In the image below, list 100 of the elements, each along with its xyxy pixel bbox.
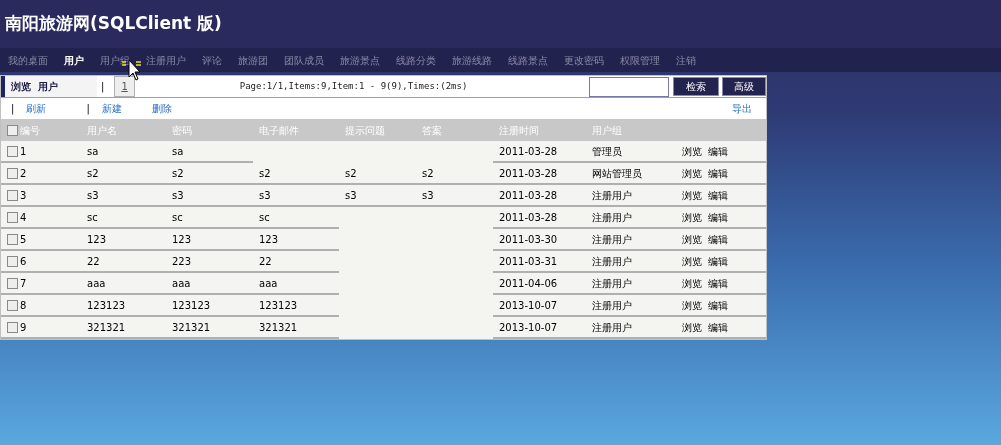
row-action-link[interactable]: 浏览	[682, 187, 702, 203]
table-cell-text: 3	[20, 188, 27, 203]
separator-text: |	[101, 80, 105, 94]
checkbox[interactable]	[7, 277, 18, 289]
row-action-link[interactable]: 浏览	[682, 253, 702, 269]
page-info: Page:1/1,Items:9,Item:1 - 9(9),Times:(2ms)	[239, 79, 468, 93]
nav-item[interactable]: 注销	[668, 52, 704, 68]
separator-text: |	[86, 102, 90, 116]
table-cell-text: s3	[87, 188, 99, 203]
table-cell-text: s3	[422, 188, 434, 203]
checkbox[interactable]	[7, 145, 18, 157]
advanced-button[interactable]: 高级	[722, 77, 766, 96]
row-action-link[interactable]: 编辑	[708, 165, 728, 181]
table-cell-text: 123123	[259, 298, 298, 313]
table-cell-text: 2	[20, 166, 27, 181]
row-action-link[interactable]: 浏览	[682, 297, 702, 313]
checkbox[interactable]	[7, 167, 18, 179]
checkbox[interactable]	[7, 233, 18, 245]
checkbox[interactable]	[7, 299, 18, 311]
table-cell-text: s3	[172, 188, 184, 203]
nav-item[interactable]: 团队成员	[276, 52, 332, 68]
table-cell-text: 注册用户	[592, 276, 632, 291]
nav-item[interactable]: 用户组	[92, 52, 138, 68]
checkbox[interactable]	[7, 211, 18, 223]
table-cell-text: 321321	[172, 320, 211, 335]
table-cell-text: 2011-04-06	[499, 276, 558, 291]
table-cell-text: s2	[345, 166, 357, 181]
nav-item[interactable]: 线路分类	[388, 52, 444, 68]
nav-item[interactable]: 线路景点	[500, 52, 556, 68]
panel-heading: 浏览 用户	[1, 76, 97, 97]
table-cell-text: 2011-03-28	[499, 188, 558, 203]
table-cell-text: 321321	[259, 320, 298, 335]
row-action-link[interactable]: 浏览	[682, 143, 702, 159]
checkbox[interactable]	[7, 124, 18, 136]
export-link[interactable]: 导出	[732, 101, 752, 116]
table-cell-text: 9	[20, 320, 27, 335]
table-cell-text: 5	[20, 232, 27, 247]
site-title: 南阳旅游网(SQLClient 版)	[5, 12, 222, 36]
row-action-link[interactable]: 浏览	[682, 275, 702, 291]
nav-item[interactable]: 旅游景点	[332, 52, 388, 68]
nav-item[interactable]: 旅游线路	[444, 52, 500, 68]
nav-item[interactable]: 用户	[56, 52, 92, 68]
table-cell-text: 8	[20, 298, 27, 313]
nav-item[interactable]: 旅游团	[230, 52, 276, 68]
row-action-link[interactable]: 编辑	[708, 209, 728, 225]
table-cell-text: 注册用户	[592, 298, 632, 313]
table-cell-text: 注册用户	[592, 254, 632, 269]
table-cell-text: sa	[87, 144, 99, 159]
table-cell-text: 网站管理员	[592, 166, 642, 181]
table-cell-text: 2011-03-28	[499, 210, 558, 225]
search-field[interactable]	[589, 76, 669, 97]
table-cell-text: s2	[422, 166, 434, 181]
action-link[interactable]: 新建	[101, 101, 122, 116]
nav-item[interactable]: 评论	[194, 52, 230, 68]
row-action-link[interactable]: 编辑	[708, 143, 728, 159]
table-cell-text: 123123	[172, 298, 211, 313]
table-cell-text: 123	[87, 232, 107, 247]
nav-item[interactable]: 更改密码	[556, 52, 612, 68]
nav-item[interactable]: 我的桌面	[0, 52, 56, 68]
action-link[interactable]: 删除	[151, 101, 172, 116]
table-cell-text: 4	[20, 210, 27, 225]
table-cell-text: s3	[345, 188, 357, 203]
table-cell-text: sa	[172, 144, 184, 159]
table-cell-text: sc	[87, 210, 98, 225]
row-action-link[interactable]: 编辑	[708, 253, 728, 269]
table-cell-text: aaa	[87, 276, 106, 291]
table-cell-text: 2013-10-07	[499, 320, 558, 335]
nav-item[interactable]: 权限管理	[612, 52, 668, 68]
row-action-link[interactable]: 浏览	[682, 319, 702, 335]
row-action-link[interactable]: 编辑	[708, 297, 728, 313]
table-cell-text: s2	[172, 166, 184, 181]
checkbox[interactable]	[7, 255, 18, 267]
row-action-link[interactable]: 编辑	[708, 231, 728, 247]
table-cell-text: 22	[87, 254, 100, 269]
table-cell-text: 223	[172, 254, 192, 269]
row-action-link[interactable]: 浏览	[682, 209, 702, 225]
table-cell-text: 2011-03-28	[499, 166, 558, 181]
table-cell-text: 2011-03-31	[499, 254, 558, 269]
action-link[interactable]: 刷新	[26, 101, 47, 116]
table-cell-text: 注册用户	[592, 320, 632, 335]
search-button[interactable]: 检索	[673, 77, 719, 96]
table-cell-text: aaa	[259, 276, 278, 291]
checkbox[interactable]	[7, 189, 18, 201]
row-action-link[interactable]: 浏览	[682, 165, 702, 181]
table-cell-text: 22	[259, 254, 272, 269]
table-cell-text: 注册用户	[592, 188, 632, 203]
checkbox[interactable]	[7, 321, 18, 333]
table-cell-text: sc	[172, 210, 183, 225]
table-cell-text: sc	[259, 210, 270, 225]
table-cell-text: 注册用户	[592, 232, 632, 247]
table-cell-text: 注册用户	[592, 210, 632, 225]
row-action-link[interactable]: 编辑	[708, 319, 728, 335]
table-cell-text: aaa	[172, 276, 191, 291]
row-action-link[interactable]: 编辑	[708, 275, 728, 291]
table-cell-text: 7	[20, 276, 27, 291]
row-action-link[interactable]: 编辑	[708, 187, 728, 203]
table-cell-text: 321321	[87, 320, 126, 335]
table-cell-text: 123123	[87, 298, 126, 313]
row-action-link[interactable]: 浏览	[682, 231, 702, 247]
page-button[interactable]: 1	[114, 76, 135, 97]
